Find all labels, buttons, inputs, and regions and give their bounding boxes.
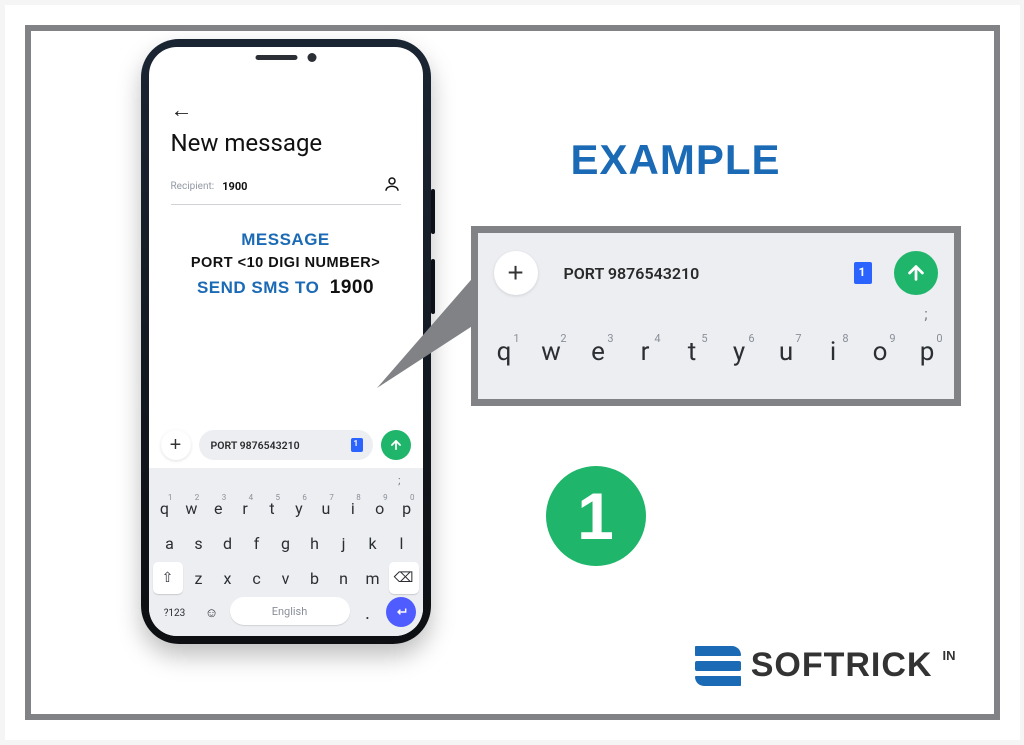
send-button[interactable]	[381, 430, 411, 460]
example-heading: EXAMPLE	[571, 136, 781, 184]
brand-logo-mark	[695, 646, 741, 686]
back-icon[interactable]: ←	[171, 98, 193, 123]
key-w[interactable]: w2	[179, 492, 203, 524]
key-p[interactable]: p0	[907, 330, 948, 374]
recipient-field[interactable]: Recipient: 1900	[171, 171, 401, 205]
key-t[interactable]: t5	[260, 492, 284, 524]
key-u[interactable]: u7	[314, 492, 338, 524]
message-input-text: PORT 9876543210	[211, 439, 300, 452]
keyboard-hint: ;	[153, 474, 419, 489]
key-e[interactable]: e3	[206, 492, 230, 524]
key-u[interactable]: u7	[766, 330, 807, 374]
key-o[interactable]: o9	[368, 492, 392, 524]
sim-badge[interactable]	[351, 438, 363, 452]
example-callout: + PORT 9876543210 ; q1w2e3r4t5y6u7i8o9p0	[471, 226, 961, 406]
key-s[interactable]: s	[186, 527, 212, 559]
key-g[interactable]: g	[273, 527, 299, 559]
contact-icon[interactable]	[383, 175, 401, 198]
key-i[interactable]: i8	[341, 492, 365, 524]
key-m[interactable]: m	[360, 562, 386, 594]
keyboard[interactable]: ; q1w2e3r4t5y6u7i8o9p0 asdfghjkl ⇧zxcvbn…	[149, 468, 423, 636]
key-r[interactable]: r4	[233, 492, 257, 524]
key-q[interactable]: q1	[152, 492, 176, 524]
example-message-input-text: PORT 9876543210	[564, 264, 700, 283]
brand-tld: IN	[943, 648, 956, 663]
key-p[interactable]: p0	[395, 492, 419, 524]
key-b[interactable]: b	[302, 562, 328, 594]
key-j[interactable]: j	[331, 527, 357, 559]
key-r[interactable]: r4	[625, 330, 666, 374]
key-shift[interactable]: ⇧	[153, 562, 183, 594]
key-w[interactable]: w2	[531, 330, 572, 374]
key-k[interactable]: k	[360, 527, 386, 559]
key-o[interactable]: o9	[860, 330, 901, 374]
instruction-line-3: SEND SMS TO 1900	[159, 274, 413, 303]
key-q[interactable]: q1	[484, 330, 525, 374]
key-n[interactable]: n	[331, 562, 357, 594]
key-e[interactable]: e3	[578, 330, 619, 374]
example-sim-badge[interactable]	[854, 262, 872, 284]
instruction-line-1: MESSAGE	[159, 227, 413, 253]
key-a[interactable]: a	[157, 527, 183, 559]
key-d[interactable]: d	[215, 527, 241, 559]
instruction-card: ← New message Recipient: 1900 MESSAGE PO…	[25, 25, 1000, 720]
key-y[interactable]: y6	[719, 330, 760, 374]
example-message-input[interactable]: PORT 9876543210	[546, 251, 886, 295]
key-enter[interactable]	[386, 597, 416, 627]
instruction-line-2: PORT <10 DIGI NUMBER>	[159, 253, 413, 275]
recipient-label: Recipient:	[171, 181, 215, 192]
key-y[interactable]: y6	[287, 492, 311, 524]
step-number-badge: 1	[546, 466, 646, 566]
recipient-value: 1900	[222, 180, 382, 193]
key-f[interactable]: f	[244, 527, 270, 559]
key-space[interactable]: English	[230, 597, 350, 625]
brand-logo: SOFTRICK IN	[695, 646, 956, 686]
page-title: New message	[149, 123, 423, 171]
key-z[interactable]: z	[186, 562, 212, 594]
example-attach-button[interactable]: +	[494, 251, 538, 295]
compose-bar: + PORT 9876543210	[149, 422, 423, 468]
example-compose-bar: + PORT 9876543210	[478, 233, 954, 305]
key-t[interactable]: t5	[672, 330, 713, 374]
phone-notch	[255, 53, 316, 62]
key-c[interactable]: c	[244, 562, 270, 594]
key-h[interactable]: h	[302, 527, 328, 559]
example-keyboard-hint: ;	[478, 305, 954, 327]
key-i[interactable]: i8	[813, 330, 854, 374]
key-x[interactable]: x	[215, 562, 241, 594]
key-emoji[interactable]: ☺	[197, 597, 227, 629]
key-period[interactable]: .	[353, 597, 383, 629]
message-input[interactable]: PORT 9876543210	[199, 430, 373, 460]
key-backspace[interactable]: ⌫	[389, 562, 419, 594]
key-l[interactable]: l	[389, 527, 415, 559]
attach-button[interactable]: +	[161, 430, 191, 460]
brand-name: SOFTRICK	[751, 646, 933, 685]
key-v[interactable]: v	[273, 562, 299, 594]
example-send-button[interactable]	[894, 251, 938, 295]
key-numeric[interactable]: ?123	[156, 597, 194, 629]
